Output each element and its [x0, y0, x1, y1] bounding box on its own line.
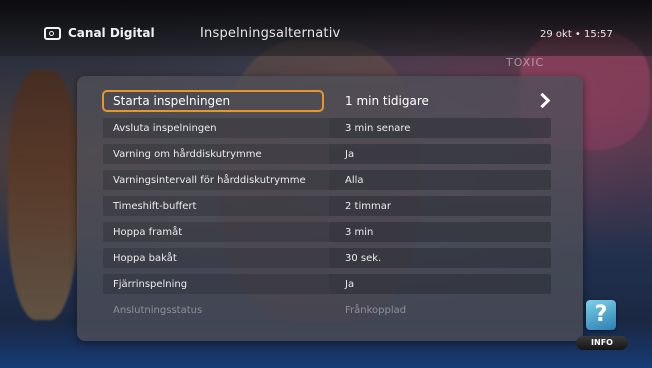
focus-highlight: [102, 90, 324, 112]
background-channel-logo: TOXIC: [506, 56, 545, 69]
setting-row-timeshift-buffer[interactable]: Timeshift-buffert 2 timmar: [103, 196, 551, 216]
info-button[interactable]: ? INFO: [576, 300, 632, 352]
brand-logo: Canal Digital: [44, 26, 155, 40]
setting-value: Frånkopplad: [345, 304, 407, 316]
setting-row-connection-status: Anslutningsstatus Frånkopplad: [103, 300, 551, 320]
setting-value: Ja: [345, 278, 355, 290]
header-bar: Canal Digital Inspelningsalternativ 29 o…: [0, 0, 652, 56]
setting-value: 1 min tidigare: [345, 94, 429, 108]
setting-label: Avsluta inspelningen: [113, 122, 217, 134]
tv-icon: [44, 26, 61, 40]
help-icon: ?: [586, 300, 616, 330]
brand-name: Canal Digital: [68, 26, 155, 40]
setting-label: Timeshift-buffert: [113, 200, 197, 212]
page-title: Inspelningsalternativ: [200, 26, 341, 41]
clock: 29 okt • 15:57: [540, 29, 613, 40]
settings-panel: Starta inspelningen 1 min tidigare Avslu…: [77, 76, 583, 341]
background-figure-left: [8, 70, 78, 320]
setting-label: Varningsintervall för hårddiskutrymme: [113, 174, 306, 186]
setting-row-skip-back[interactable]: Hoppa bakåt 30 sek.: [103, 248, 551, 268]
info-label: INFO: [576, 336, 628, 350]
setting-label: Anslutningsstatus: [113, 304, 203, 316]
setting-label: Hoppa framåt: [113, 226, 183, 238]
tv-screen: TOXIC Canal Digital Inspelningsalternati…: [0, 0, 652, 368]
setting-row-disk-warning[interactable]: Varning om hårddiskutrymme Ja: [103, 144, 551, 164]
setting-value: 3 min senare: [345, 122, 411, 134]
setting-label: Varning om hårddiskutrymme: [113, 148, 262, 160]
setting-value: Ja: [345, 148, 355, 160]
setting-row-skip-forward[interactable]: Hoppa framåt 3 min: [103, 222, 551, 242]
setting-label: Hoppa bakåt: [113, 252, 177, 264]
setting-value: 3 min: [345, 226, 374, 238]
setting-value: Alla: [345, 174, 364, 186]
setting-value: 2 timmar: [345, 200, 391, 212]
setting-row-remote-recording[interactable]: Fjärrinspelning Ja: [103, 274, 551, 294]
setting-label: Fjärrinspelning: [113, 278, 188, 290]
setting-row-disk-warning-interval[interactable]: Varningsintervall för hårddiskutrymme Al…: [103, 170, 551, 190]
setting-row-end-recording[interactable]: Avsluta inspelningen 3 min senare: [103, 118, 551, 138]
setting-value: 30 sek.: [345, 252, 382, 264]
